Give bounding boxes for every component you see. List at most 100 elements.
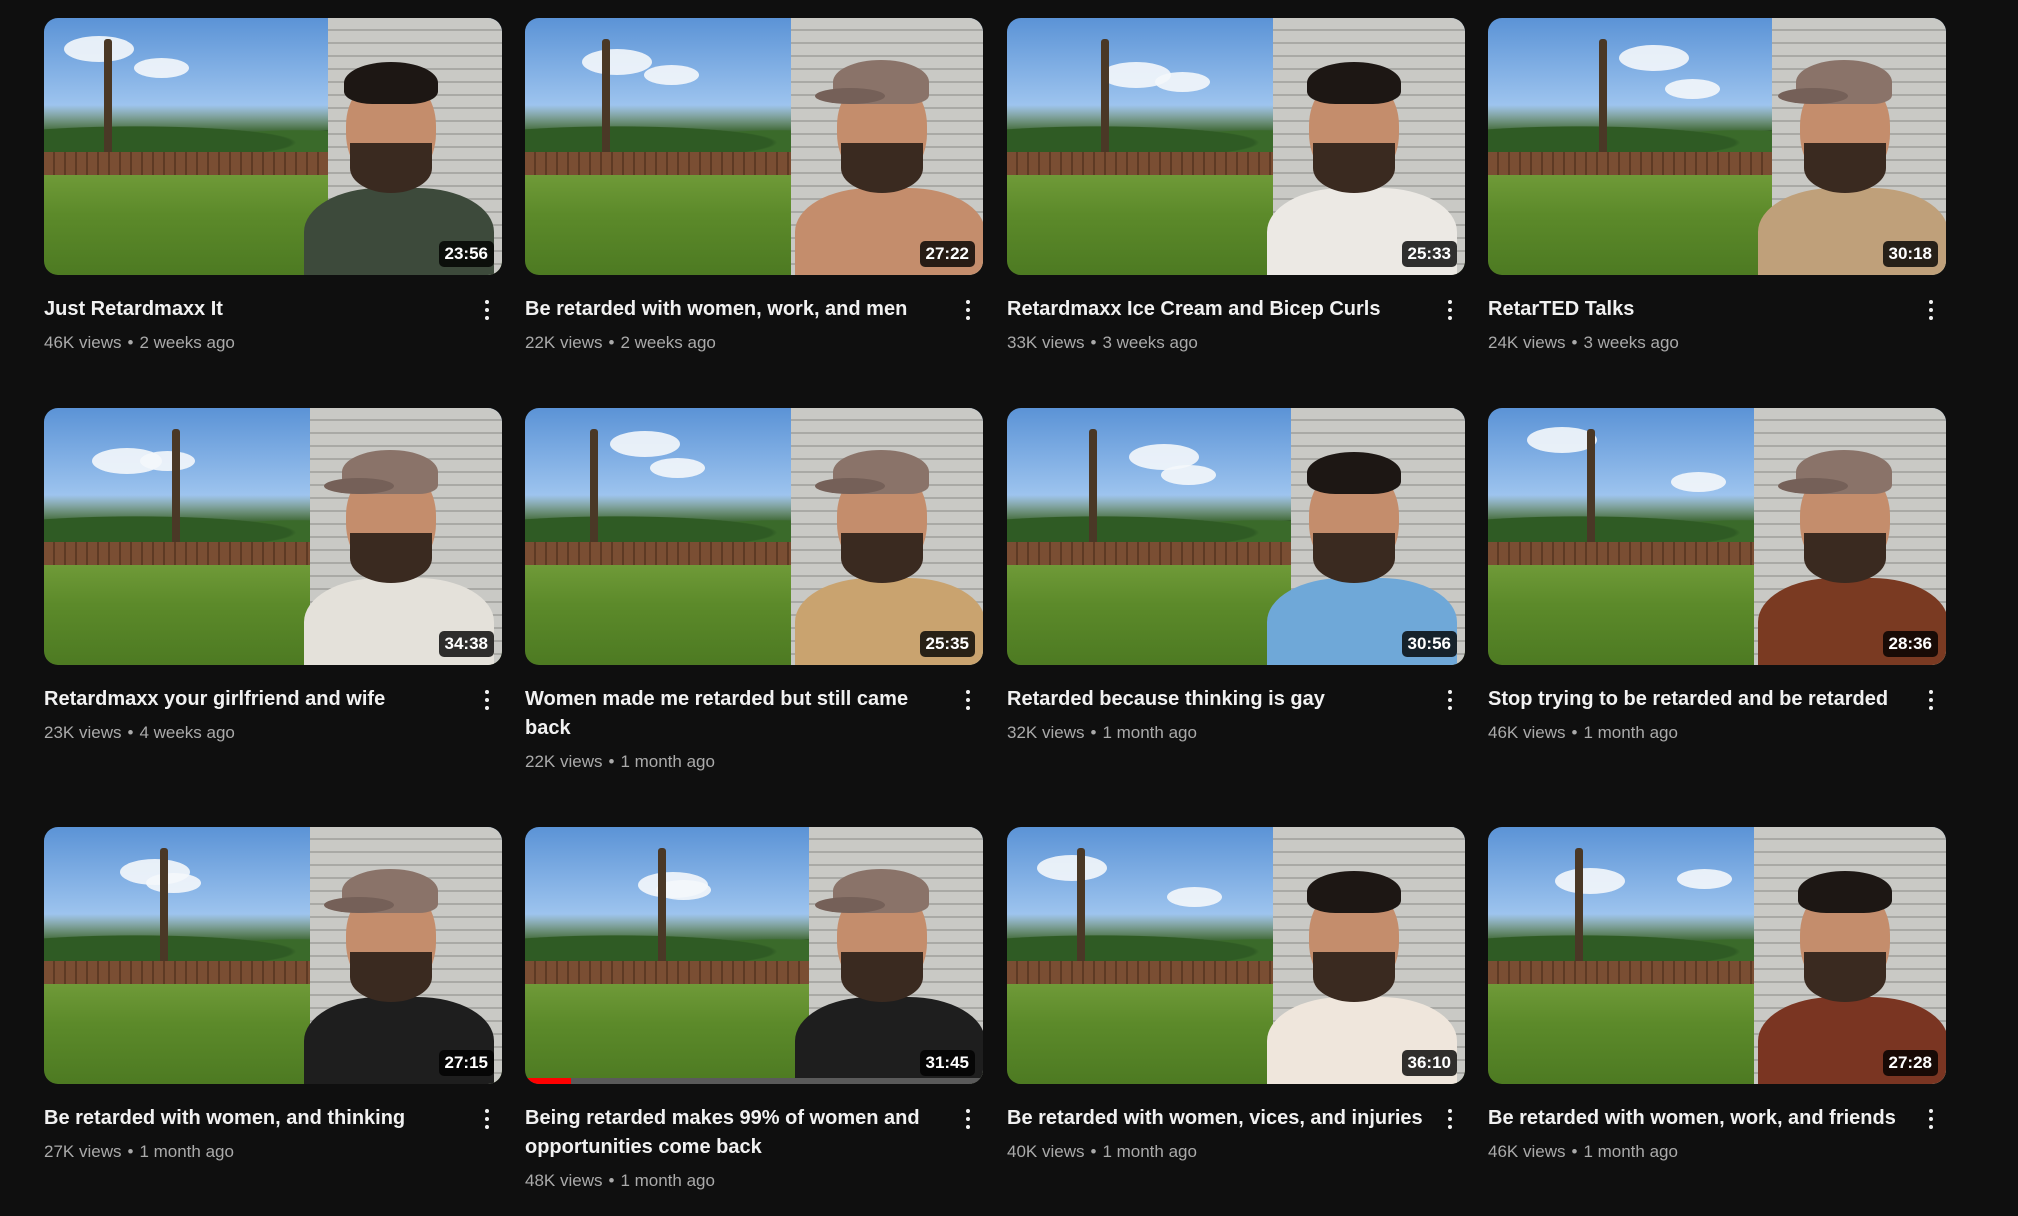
video-stats: 23K views • 4 weeks ago <box>44 720 462 746</box>
video-card[interactable]: 27:22 Be retarded with women, work, and m… <box>525 18 983 356</box>
video-thumbnail[interactable]: 27:28 <box>1488 827 1946 1084</box>
person-figure <box>1748 847 1946 1084</box>
video-stats: 33K views • 3 weeks ago <box>1007 330 1425 356</box>
person-figure <box>294 428 494 665</box>
view-count: 46K views <box>44 333 122 352</box>
view-count: 22K views <box>525 333 603 352</box>
video-thumbnail[interactable]: 34:38 <box>44 408 502 665</box>
upload-age: 2 weeks ago <box>139 333 235 352</box>
more-actions-icon[interactable] <box>1439 685 1461 715</box>
video-card[interactable]: 36:10 Be retarded with women, vices, and … <box>1007 827 1465 1165</box>
video-title[interactable]: Retarded because thinking is gay <box>1007 685 1425 714</box>
video-title[interactable]: Being retarded makes 99% of women and op… <box>525 1104 943 1162</box>
more-actions-icon[interactable] <box>476 295 498 325</box>
upload-age: 3 weeks ago <box>1583 333 1679 352</box>
video-stats: 46K views • 2 weeks ago <box>44 330 462 356</box>
video-duration: 36:10 <box>1401 1050 1457 1076</box>
video-details: Be retarded with women, and thinking 27K … <box>44 1084 502 1165</box>
more-actions-icon[interactable] <box>1439 295 1461 325</box>
video-title[interactable]: Be retarded with women, work, and friend… <box>1488 1104 1906 1133</box>
video-thumbnail[interactable]: 30:18 <box>1488 18 1946 275</box>
person-figure <box>1748 38 1946 275</box>
separator-dot: • <box>608 1171 615 1190</box>
video-title[interactable]: Be retarded with women, and thinking <box>44 1104 462 1133</box>
separator-dot: • <box>608 752 615 771</box>
video-stats: 48K views • 1 month ago <box>525 1168 943 1194</box>
video-card[interactable]: 27:15 Be retarded with women, and thinkin… <box>44 827 502 1165</box>
more-actions-icon[interactable] <box>1439 1104 1461 1134</box>
separator-dot: • <box>127 333 134 352</box>
person-figure <box>1257 38 1457 275</box>
view-count: 46K views <box>1488 1142 1566 1161</box>
person-figure <box>785 847 983 1084</box>
video-thumbnail[interactable]: 27:15 <box>44 827 502 1084</box>
view-count: 33K views <box>1007 333 1085 352</box>
thumbnail-image <box>1007 827 1465 1084</box>
more-actions-icon[interactable] <box>1920 685 1942 715</box>
thumbnail-image <box>44 827 502 1084</box>
video-details: Retarded because thinking is gay 32K view… <box>1007 665 1465 746</box>
video-stats: 22K views • 1 month ago <box>525 749 943 775</box>
separator-dot: • <box>608 333 615 352</box>
video-thumbnail[interactable]: 25:33 <box>1007 18 1465 275</box>
video-title[interactable]: Be retarded with women, vices, and injur… <box>1007 1104 1425 1133</box>
video-duration: 23:56 <box>438 241 494 267</box>
more-actions-icon[interactable] <box>1920 295 1942 325</box>
video-thumbnail[interactable]: 31:45 <box>525 827 983 1084</box>
video-title[interactable]: Be retarded with women, work, and men <box>525 295 943 324</box>
more-actions-icon[interactable] <box>476 1104 498 1134</box>
video-title[interactable]: Stop trying to be retarded and be retard… <box>1488 685 1906 714</box>
more-actions-icon[interactable] <box>1920 1104 1942 1134</box>
more-actions-icon[interactable] <box>957 1104 979 1134</box>
upload-age: 1 month ago <box>1102 1142 1197 1161</box>
video-stats: 22K views • 2 weeks ago <box>525 330 943 356</box>
video-card[interactable]: 30:18 RetarTED Talks 24K views • 3 weeks ago <box>1488 18 1946 356</box>
video-stats: 46K views • 1 month ago <box>1488 1139 1906 1165</box>
video-card[interactable]: 25:35 Women made me retarded but still ca… <box>525 408 983 775</box>
more-actions-icon[interactable] <box>957 685 979 715</box>
person-figure <box>294 38 494 275</box>
video-card[interactable]: 23:56 Just Retardmaxx It 46K views • 2 weeks… <box>44 18 502 356</box>
video-details: Retardmaxx your girlfriend and wife 23K v… <box>44 665 502 746</box>
video-title[interactable]: Retardmaxx your girlfriend and wife <box>44 685 462 714</box>
video-card[interactable]: 34:38 Retardmaxx your girlfriend and wife… <box>44 408 502 746</box>
separator-dot: • <box>1571 1142 1578 1161</box>
upload-age: 3 weeks ago <box>1102 333 1198 352</box>
video-card[interactable]: 28:36 Stop trying to be retarded and be r… <box>1488 408 1946 746</box>
view-count: 46K views <box>1488 723 1566 742</box>
upload-age: 1 month ago <box>139 1142 234 1161</box>
upload-age: 2 weeks ago <box>620 333 716 352</box>
video-thumbnail[interactable]: 25:35 <box>525 408 983 665</box>
video-title[interactable]: Women made me retarded but still came ba… <box>525 685 943 743</box>
thumbnail-image <box>1488 18 1946 275</box>
view-count: 32K views <box>1007 723 1085 742</box>
video-thumbnail[interactable]: 36:10 <box>1007 827 1465 1084</box>
video-duration: 34:38 <box>438 631 494 657</box>
video-title[interactable]: RetarTED Talks <box>1488 295 1906 324</box>
video-thumbnail[interactable]: 27:22 <box>525 18 983 275</box>
more-actions-icon[interactable] <box>476 685 498 715</box>
view-count: 24K views <box>1488 333 1566 352</box>
video-thumbnail[interactable]: 28:36 <box>1488 408 1946 665</box>
more-actions-icon[interactable] <box>957 295 979 325</box>
person-figure <box>785 38 983 275</box>
upload-age: 1 month ago <box>620 752 715 771</box>
video-card[interactable]: 30:56 Retarded because thinking is gay 32K… <box>1007 408 1465 746</box>
video-card[interactable]: 25:33 Retardmaxx Ice Cream and Bicep Curl… <box>1007 18 1465 356</box>
video-thumbnail[interactable]: 23:56 <box>44 18 502 275</box>
video-details: Stop trying to be retarded and be retard… <box>1488 665 1946 746</box>
video-details: RetarTED Talks 24K views • 3 weeks ago <box>1488 275 1946 356</box>
thumbnail-image <box>44 408 502 665</box>
video-card[interactable]: 27:28 Be retarded with women, work, and f… <box>1488 827 1946 1165</box>
video-stats: 46K views • 1 month ago <box>1488 720 1906 746</box>
thumbnail-image <box>525 18 983 275</box>
upload-age: 1 month ago <box>1102 723 1197 742</box>
thumbnail-image <box>1007 408 1465 665</box>
video-stats: 27K views • 1 month ago <box>44 1139 462 1165</box>
person-figure <box>1257 428 1457 665</box>
video-card[interactable]: 31:45 Being retarded makes 99% of women a… <box>525 827 983 1194</box>
video-thumbnail[interactable]: 30:56 <box>1007 408 1465 665</box>
video-title[interactable]: Just Retardmaxx It <box>44 295 462 324</box>
video-title[interactable]: Retardmaxx Ice Cream and Bicep Curls <box>1007 295 1425 324</box>
thumbnail-image <box>44 18 502 275</box>
